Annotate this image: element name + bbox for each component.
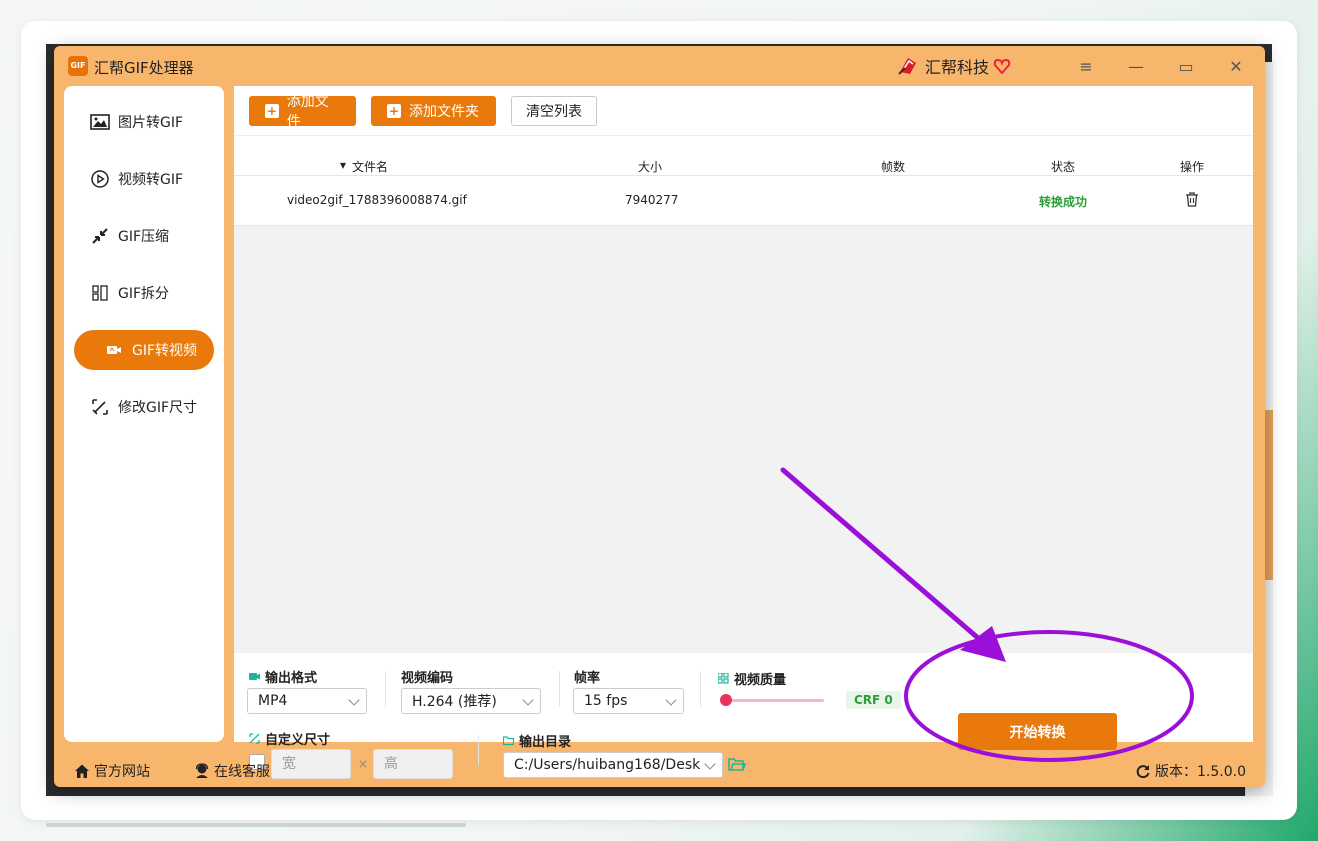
sidebar-item-label: 修改GIF尺寸 <box>118 400 198 416</box>
brand-logo-icon <box>898 58 916 75</box>
add-file-button[interactable]: + 添加文件 <box>249 94 356 130</box>
maximize-icon[interactable]: ▭ <box>1172 54 1200 78</box>
sidebar-item-label: GIF拆分 <box>118 286 170 302</box>
sidebar-item-label: 视频转GIF <box>118 172 184 188</box>
quality-slider-handle[interactable] <box>720 694 732 706</box>
brand-name: 汇帮科技 <box>925 58 990 77</box>
add-folder-icon: + <box>387 104 401 118</box>
video-icon <box>104 340 124 360</box>
sidebar: 图片转GIF 视频转GIF GIF压缩 GIF拆分 GIF转视频 修改GIF尺寸 <box>64 86 224 742</box>
folder-small-icon <box>503 736 514 746</box>
video-codec-label: 视频编码 <box>401 671 454 686</box>
clear-list-button[interactable]: 清空列表 <box>511 96 597 126</box>
column-header-size[interactable]: 大小 <box>638 158 662 175</box>
output-dir-label: 输出目录 <box>503 731 571 750</box>
chevron-down-icon <box>348 694 360 706</box>
toolbar: + 添加文件 + 添加文件夹 清空列表 <box>234 86 1253 136</box>
play-icon <box>90 169 110 189</box>
chevron-down-icon <box>522 694 534 706</box>
frame-rate-label: 帧率 <box>574 671 601 686</box>
sidebar-item-image-to-gif[interactable]: 图片转GIF <box>74 102 214 142</box>
sort-arrow-icon[interactable]: ▾ <box>340 158 346 172</box>
main-panel: + 添加文件 + 添加文件夹 清空列表 ▾ 文件名 大小 帧数 状态 操作 vi… <box>234 86 1253 779</box>
divider <box>385 671 386 707</box>
chevron-down-icon <box>665 694 677 706</box>
version-info: 版本：1.5.0.0 <box>1135 761 1246 781</box>
quality-slider-track[interactable] <box>726 699 824 702</box>
start-convert-button[interactable]: 开始转换 <box>958 713 1117 750</box>
cell-filename: video2gif_1788396008874.gif <box>287 193 467 207</box>
video-quality-label: 视频质量 <box>718 669 786 688</box>
divider <box>700 671 701 707</box>
footer-bar: 官方网站 在线客服 版本：1.5.0.0 <box>54 752 1265 787</box>
cell-status: 转换成功 <box>1039 195 1088 209</box>
output-format-select[interactable]: MP4 <box>247 688 367 714</box>
sidebar-item-label: 图片转GIF <box>118 115 184 131</box>
heart-icon <box>993 58 1011 75</box>
column-header-frames[interactable]: 帧数 <box>881 158 905 175</box>
sidebar-item-gif-to-video[interactable]: GIF转视频 <box>74 330 214 370</box>
image-icon <box>90 112 110 132</box>
column-header-filename[interactable]: 文件名 <box>352 158 388 175</box>
refresh-icon <box>1136 765 1150 779</box>
trash-icon[interactable] <box>1185 192 1199 210</box>
brand: 汇帮科技 <box>897 55 1011 77</box>
table-row[interactable]: video2gif_1788396008874.gif 7940277 转换成功 <box>234 176 1253 226</box>
file-table: ▾ 文件名 大小 帧数 状态 操作 video2gif_178839600887… <box>234 136 1253 653</box>
app-logo-icon: GIF <box>68 56 88 76</box>
custom-size-label: 自定义尺寸 <box>249 729 330 748</box>
minimize-icon[interactable]: — <box>1122 54 1150 78</box>
format-icon <box>249 673 260 680</box>
resize-icon <box>90 397 110 417</box>
close-icon[interactable]: ✕ <box>1222 54 1250 78</box>
add-folder-button[interactable]: + 添加文件夹 <box>371 96 496 126</box>
video-codec-select[interactable]: H.264 (推荐) <box>401 688 541 714</box>
menu-icon[interactable]: ≡ <box>1072 54 1100 78</box>
frame-rate-select[interactable]: 15 fps <box>573 688 684 714</box>
app-title: 汇帮GIF处理器 <box>94 59 194 77</box>
quality-icon <box>718 673 729 684</box>
title-bar[interactable]: GIF 汇帮GIF处理器 汇帮科技 ≡ — ▭ ✕ <box>54 46 1265 86</box>
background-window-strip <box>1264 410 1273 580</box>
table-header: ▾ 文件名 大小 帧数 状态 操作 <box>234 136 1253 176</box>
add-file-icon: + <box>265 104 279 118</box>
sidebar-item-gif-split[interactable]: GIF拆分 <box>74 273 214 313</box>
official-website-link[interactable]: 官方网站 <box>74 761 150 781</box>
cell-size: 7940277 <box>625 193 679 207</box>
support-icon <box>195 763 209 778</box>
crf-badge: CRF 0 <box>846 691 901 709</box>
sidebar-item-video-to-gif[interactable]: 视频转GIF <box>74 159 214 199</box>
home-icon <box>75 764 89 778</box>
sidebar-item-resize-gif[interactable]: 修改GIF尺寸 <box>74 387 214 427</box>
sidebar-item-gif-compress[interactable]: GIF压缩 <box>74 216 214 256</box>
divider <box>559 671 560 707</box>
settings-panel: 输出格式 MP4 视频编码 H.264 (推荐) 帧率 15 fps 视频质量 … <box>234 653 1253 779</box>
column-header-action: 操作 <box>1180 160 1205 174</box>
resize-small-icon <box>249 733 260 744</box>
output-format-label: 输出格式 <box>249 667 317 686</box>
scroll-indicator <box>46 823 466 827</box>
online-support-link[interactable]: 在线客服 <box>194 761 270 781</box>
column-header-status[interactable]: 状态 <box>1051 158 1075 175</box>
app-window: GIF 汇帮GIF处理器 汇帮科技 ≡ — ▭ ✕ 图片转GIF 视频转GIF … <box>54 46 1265 787</box>
compress-icon <box>90 226 110 246</box>
sidebar-item-label: GIF转视频 <box>132 343 198 359</box>
sidebar-item-label: GIF压缩 <box>118 229 170 245</box>
split-icon <box>90 283 110 303</box>
